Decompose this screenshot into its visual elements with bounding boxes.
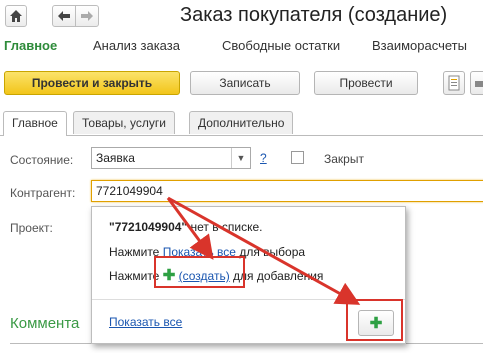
show-all-link[interactable]: Показать все — [109, 315, 182, 329]
back-button[interactable] — [52, 5, 76, 27]
arrow-left-icon — [58, 11, 70, 21]
status-value: Заявка — [96, 151, 135, 165]
popup-press-2: Нажмите — [109, 269, 160, 283]
chevron-down-icon[interactable]: ▼ — [231, 148, 250, 168]
project-label: Проект: — [10, 221, 53, 235]
annotation-box-create-button — [346, 299, 403, 341]
popup-to-add: для добавления — [233, 269, 324, 283]
more-button[interactable] — [470, 71, 483, 95]
tab-main[interactable]: Главное — [4, 38, 57, 53]
contractor-label: Контрагент: — [10, 186, 76, 200]
home-button[interactable] — [5, 5, 27, 27]
help-link[interactable]: ? — [260, 151, 267, 165]
tab-settlements[interactable]: Взаиморасчеты — [372, 38, 467, 53]
forward-button[interactable] — [75, 5, 99, 27]
popup-query-value: "7721049904" — [109, 220, 188, 234]
comment-section-title: Коммента — [10, 315, 80, 332]
form-tabs: Главное Товары, услуги Дополнительно — [0, 111, 483, 136]
form-tab-main[interactable]: Главное — [3, 111, 67, 136]
contractor-input[interactable]: 7721049904 — [91, 180, 483, 202]
report-button[interactable] — [443, 71, 465, 95]
contractor-value: 7721049904 — [96, 184, 163, 198]
home-icon — [10, 10, 22, 22]
closed-label: Закрыт — [324, 152, 364, 166]
tab-order-analysis[interactable]: Анализ заказа — [93, 38, 180, 53]
closed-checkbox[interactable] — [291, 151, 304, 164]
printer-icon — [475, 81, 483, 87]
window-title: Заказ покупателя (создание) — [180, 4, 448, 26]
form-tab-additional[interactable]: Дополнительно — [189, 111, 294, 134]
post-button[interactable]: Провести — [314, 71, 418, 95]
post-and-close-button[interactable]: Провести и закрыть — [4, 71, 180, 95]
status-label: Состояние: — [10, 153, 74, 167]
save-button[interactable]: Записать — [190, 71, 300, 95]
form-tab-goods[interactable]: Товары, услуги — [73, 111, 175, 134]
popup-line-1: "7721049904" нет в списке. — [109, 220, 263, 234]
popup-not-in-list: нет в списке. — [190, 220, 263, 234]
tab-free-stock[interactable]: Свободные остатки — [222, 38, 340, 53]
popup-press-1: Нажмите — [109, 245, 160, 259]
document-icon — [448, 75, 460, 91]
arrow-right-icon — [81, 11, 93, 21]
status-select[interactable]: Заявка ▼ — [91, 147, 251, 169]
annotation-box-create-link — [154, 256, 245, 288]
popup-for-selection: для выбора — [239, 245, 306, 259]
command-bar: Провести и закрыть Записать Провести — [0, 68, 483, 98]
